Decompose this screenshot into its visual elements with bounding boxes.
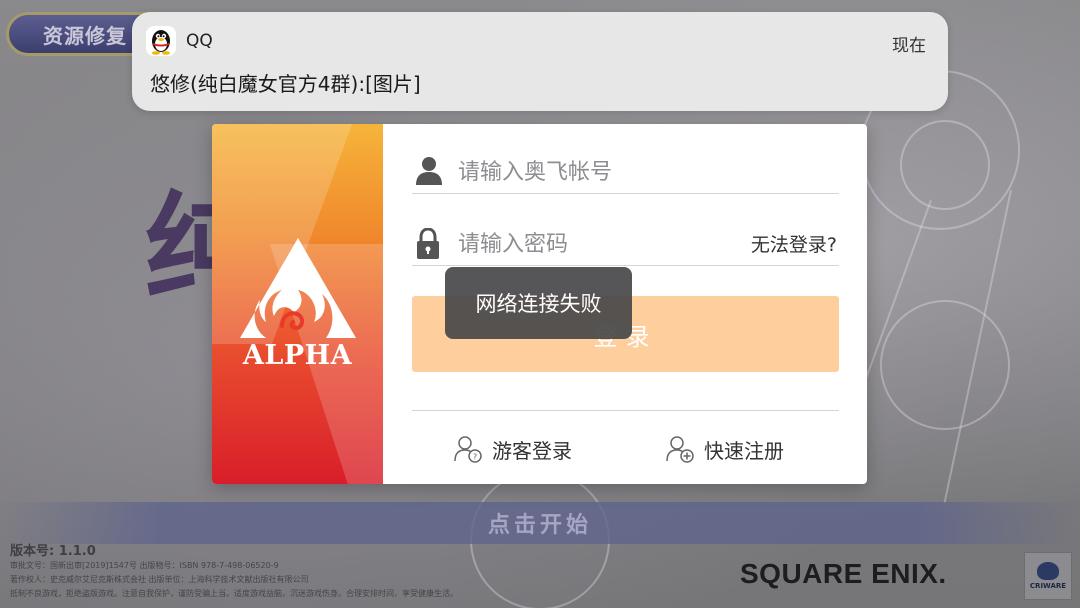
lock-icon	[417, 228, 439, 259]
tap-to-start-bar[interactable]: 点击开始	[0, 502, 1080, 544]
tap-to-start-label: 点击开始	[487, 513, 592, 538]
divider	[412, 410, 839, 411]
legal-line: 抵制不良游戏，拒绝盗版游戏。注意自我保护，谨防受骗上当。适度游戏益脑，沉迷游戏伤…	[10, 589, 458, 598]
guest-user-icon: ?	[454, 436, 482, 463]
qq-penguin-icon	[146, 26, 176, 56]
brand-panel: ALPHA	[212, 124, 383, 484]
alpha-flame-logo-icon	[240, 238, 356, 338]
criware-label: CRIWARE	[1029, 582, 1067, 590]
brand-name: ALPHA	[242, 340, 353, 371]
quick-register-button[interactable]: 快速注册	[666, 434, 784, 464]
account-field	[412, 150, 839, 194]
qq-notification[interactable]: QQ 现在 悠修(纯白魔女官方4群):[图片]	[132, 12, 948, 111]
square-enix-logo: SQUARE ENIX.	[740, 558, 947, 589]
account-input[interactable]	[458, 154, 758, 190]
legal-line: 著作权人：史克威尔艾尼克斯株式会社 出版单位：上海科学技术文献出版社有限公司	[10, 575, 309, 584]
background-ornament-ring	[880, 300, 1010, 430]
version-text: 版本号: 1.1.0	[10, 544, 96, 559]
criware-mark-icon	[1037, 562, 1059, 580]
password-field: 无法登录?	[412, 222, 839, 266]
quick-register-label: 快速注册	[704, 438, 784, 463]
criware-logo: CRIWARE	[1024, 552, 1072, 600]
password-input[interactable]	[458, 226, 758, 262]
background-ornament-ring	[900, 120, 990, 210]
guest-login-label: 游客登录	[492, 438, 572, 463]
guest-login-button[interactable]: ? 游客登录	[454, 434, 572, 464]
notification-message: 悠修(纯白魔女官方4群):[图片]	[150, 72, 421, 96]
network-error-toast: 网络连接失败	[445, 267, 632, 339]
notification-time: 现在	[892, 36, 926, 56]
add-user-icon	[666, 436, 694, 463]
user-icon	[416, 157, 442, 185]
svg-text:?: ?	[473, 453, 477, 462]
cannot-login-link[interactable]: 无法登录?	[751, 230, 837, 257]
notification-app-name: QQ	[186, 31, 213, 51]
legal-line: 审批文号：国新出审[2019]1547号 出版物号：ISBN 978-7-498…	[10, 561, 279, 570]
